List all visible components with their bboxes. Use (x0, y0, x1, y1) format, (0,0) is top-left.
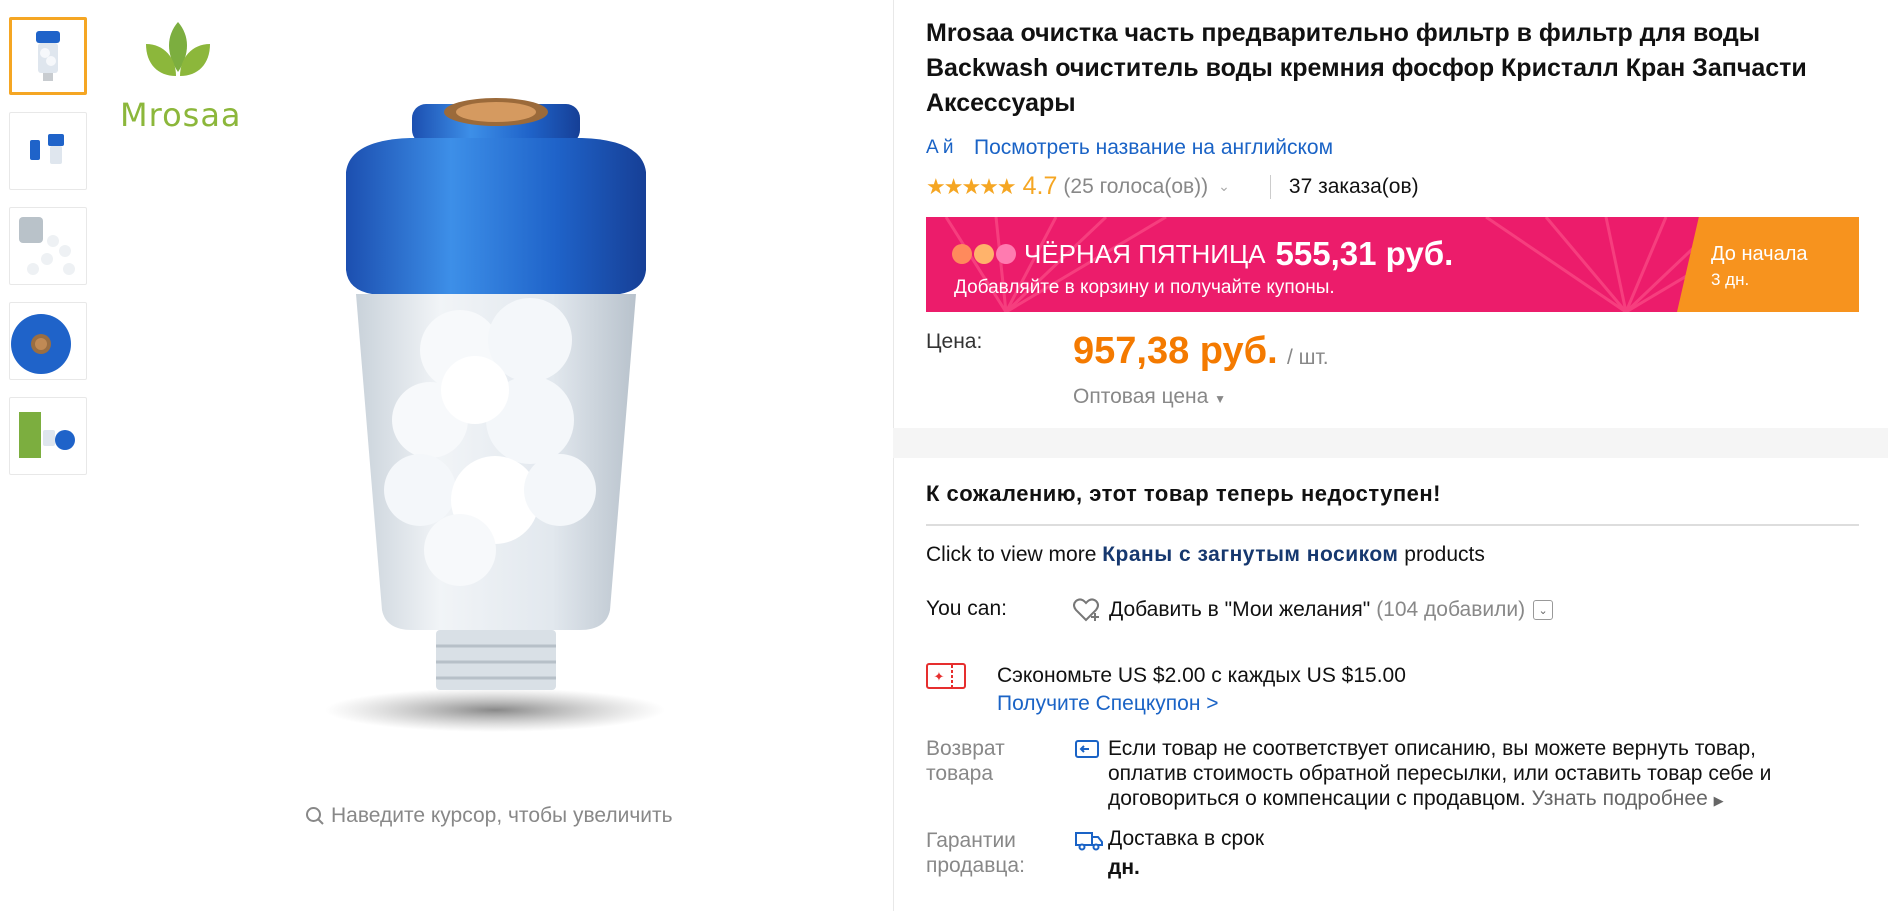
product-title: Mrosaa очистка часть предварительно филь… (926, 19, 1807, 117)
add-to-wishlist-button[interactable]: Добавить в "Мои желания" (104 добавили) … (1073, 597, 1554, 623)
product-gallery: Mrosaa Наведите курсор, чтобы увеличить (0, 0, 893, 911)
unavailable-message: К сожалению, этот товар теперь недоступе… (926, 481, 1442, 506)
wholesale-label: Оптовая цена (1073, 385, 1209, 408)
orders-count: 37 заказа(ов) (1288, 174, 1419, 198)
translate-row[interactable]: A й Посмотреть название на английском (926, 134, 1333, 162)
returns-label: Возврат товара (926, 737, 1005, 785)
zoom-hint: Наведите курсор, чтобы увеличить (305, 804, 673, 828)
wholesale-price-toggle[interactable]: Оптовая цена ▼ (1073, 385, 1226, 409)
rating-value: 4.7 (1022, 172, 1058, 200)
chevron-down-icon[interactable]: ⌄ (1533, 600, 1554, 620)
timer-value: 3 дн. (1711, 270, 1750, 289)
guarantee-days: дн. (1108, 856, 1140, 879)
thumbnail-5[interactable] (9, 397, 87, 475)
divider (1269, 174, 1271, 199)
coupon-text: Сэкономьте US $2.00 с каждых US $15.00 (997, 664, 1406, 687)
learn-more-label: Узнать подробнее (1531, 787, 1708, 810)
price-label: Цена: (926, 330, 983, 353)
search-icon (306, 807, 324, 825)
zoom-hint-text: Наведите курсор, чтобы увеличить (331, 804, 673, 827)
guarantee-label: Гарантии продавца: (926, 829, 1025, 877)
divider (926, 524, 1859, 526)
main-product-image[interactable] (280, 90, 720, 750)
coupon-icon: ✦ (926, 663, 966, 689)
thumbnail-3[interactable] (9, 207, 87, 285)
promo-headline: ЧЁРНАЯ ПЯТНИЦА 555,31 руб. (952, 235, 1453, 273)
heart-plus-icon (1073, 598, 1099, 622)
promo-dots-icon (952, 244, 1016, 264)
category-link[interactable]: Краны с загнутым носиком (1102, 543, 1398, 566)
rating-votes[interactable]: (25 голоса(ов)) (1063, 175, 1208, 199)
return-icon (1075, 740, 1099, 758)
promo-subtitle: Добавляйте в корзину и получайте купоны. (954, 277, 1335, 298)
price-value: 957,38 руб. (1073, 330, 1278, 372)
translate-link[interactable]: Посмотреть название на английском (974, 136, 1333, 160)
thumbnail-1[interactable] (9, 17, 87, 95)
caret-down-icon: ▼ (1214, 392, 1227, 406)
get-coupon-link[interactable]: Получите Спецкупон > (997, 692, 1219, 716)
you-can-label: You can: (926, 597, 1007, 620)
learn-more-link[interactable]: Узнать подробнее ▶ (1532, 787, 1724, 810)
promo-price: 555,31 руб. (1275, 235, 1454, 272)
delivery-truck-icon (1075, 832, 1103, 851)
chevron-down-icon[interactable]: ⌄ (1218, 178, 1230, 195)
promo-label: ЧЁРНАЯ ПЯТНИЦА (1024, 238, 1266, 269)
timer-label: До начала (1711, 243, 1808, 265)
view-more-suffix: products (1404, 543, 1485, 566)
rating-row: ★★★★★ 4.7 (25 голоса(ов)) ⌄ 37 заказа(ов… (926, 172, 1419, 201)
thumbnail-2[interactable] (9, 112, 87, 190)
promo-banner[interactable]: ЧЁРНАЯ ПЯТНИЦА 555,31 руб. Добавляйте в … (926, 217, 1859, 312)
svg-text:✦: ✦ (934, 670, 945, 685)
returns-text: Если товар не соответствует описанию, вы… (1108, 736, 1838, 813)
view-more-row: Click to view more Краны с загнутым носи… (926, 543, 1485, 567)
wishlist-label: Добавить в "Мои желания" (1109, 598, 1371, 621)
promo-timer: До начала 3 дн. (1677, 217, 1859, 312)
thumbnail-4[interactable] (9, 302, 87, 380)
price-unit: / шт. (1287, 346, 1329, 369)
section-band (893, 428, 1888, 458)
view-more-prefix: Click to view more (926, 543, 1097, 566)
caret-right-icon: ▶ (1713, 793, 1724, 808)
wishlist-count: (104 добавили) (1376, 598, 1526, 621)
rating-stars-icon: ★★★★★ (926, 173, 1017, 199)
brand-name: Mrosaa (120, 96, 242, 134)
thumbnail-list (9, 17, 89, 492)
guarantee-text: Доставка в срок (1108, 827, 1265, 850)
translate-icon: A й (926, 137, 954, 158)
